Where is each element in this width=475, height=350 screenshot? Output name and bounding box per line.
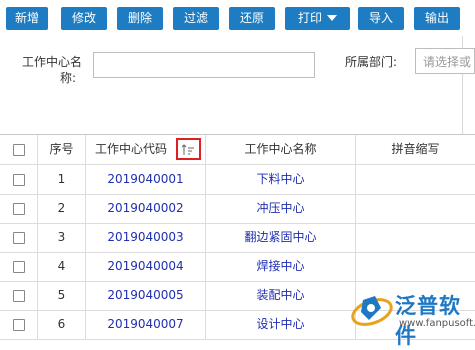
table-row[interactable]: 2 2019040002 冲压中心: [0, 194, 475, 224]
import-button[interactable]: 导入: [358, 7, 404, 30]
row-index: 5: [38, 281, 86, 310]
row-checkbox[interactable]: [12, 260, 25, 273]
restore-button[interactable]: 还原: [229, 7, 275, 30]
row-name: 下料中心: [206, 165, 356, 194]
select-all-checkbox[interactable]: [12, 143, 25, 156]
filter-button[interactable]: 过滤: [173, 7, 219, 30]
brand-url: www.fanpusoft.com: [399, 318, 475, 329]
sort-button[interactable]: [176, 138, 201, 160]
row-index: 3: [38, 223, 86, 252]
row-code: 2019040005: [86, 281, 206, 310]
table-row[interactable]: 1 2019040001 下料中心: [0, 165, 475, 195]
row-name: 翻边紧固中心: [206, 223, 356, 252]
department-placeholder: 请选择或: [423, 55, 472, 69]
row-code: 2019040002: [86, 194, 206, 223]
row-code: 2019040003: [86, 223, 206, 252]
row-name: 设计中心: [206, 310, 356, 339]
row-checkbox[interactable]: [12, 289, 25, 302]
print-label: 打印: [297, 11, 322, 25]
row-checkbox[interactable]: [12, 173, 25, 186]
row-checkbox[interactable]: [12, 231, 25, 244]
work-center-name-label-cont: 称:: [60, 71, 77, 85]
row-select-cell: [0, 165, 38, 194]
header-pinyin: 拼音缩写: [391, 142, 440, 156]
brand-logo-icon: [351, 296, 393, 326]
sort-icon: [182, 144, 194, 155]
table-row[interactable]: 3 2019040003 翻边紧固中心: [0, 223, 475, 253]
row-pinyin: [356, 194, 475, 223]
department-label: 所属部门:: [345, 55, 398, 69]
table-row[interactable]: 4 2019040004 焊接中心: [0, 252, 475, 282]
row-pinyin: [356, 252, 475, 281]
caret-down-icon: [327, 15, 337, 21]
row-name: 冲压中心: [206, 194, 356, 223]
department-select[interactable]: 请选择或: [415, 48, 475, 74]
header-index: 序号: [38, 135, 86, 164]
print-dropdown-button[interactable]: 打印: [285, 7, 350, 30]
row-index: 6: [38, 310, 86, 339]
row-code: 2019040007: [86, 310, 206, 339]
work-center-name-label: 工作中心名: [22, 55, 83, 69]
row-select-cell: [0, 194, 38, 223]
row-code: 2019040001: [86, 165, 206, 194]
row-pinyin: [356, 165, 475, 194]
header-select-all-cell: [0, 135, 38, 164]
header-name: 工作中心名称: [206, 135, 356, 164]
row-select-cell: [0, 281, 38, 310]
work-center-name-input[interactable]: [93, 52, 315, 78]
brand-watermark: 泛普软件 www.fanpusoft.com: [345, 290, 475, 348]
new-button[interactable]: 新增: [6, 7, 48, 30]
row-select-cell: [0, 252, 38, 281]
row-index: 2: [38, 194, 86, 223]
edit-button[interactable]: 修改: [61, 7, 107, 30]
export-button[interactable]: 输出: [414, 7, 460, 30]
row-select-cell: [0, 223, 38, 252]
work-center-table: 序号 工作中心代码 工作中心名称 拼音缩写 1 2019040001 下料中心 …: [0, 134, 475, 340]
row-index: 4: [38, 252, 86, 281]
row-checkbox[interactable]: [12, 202, 25, 215]
row-name: 装配中心: [206, 281, 356, 310]
header-code-label: 工作中心代码: [95, 142, 168, 156]
row-select-cell: [0, 310, 38, 339]
row-name: 焊接中心: [206, 252, 356, 281]
row-index: 1: [38, 165, 86, 194]
row-code: 2019040004: [86, 252, 206, 281]
row-checkbox[interactable]: [12, 318, 25, 331]
table-header-row: 序号 工作中心代码 工作中心名称 拼音缩写: [0, 135, 475, 165]
toolbar: 新增 修改 删除 过滤 还原 打印 导入 输出: [0, 0, 475, 36]
delete-button[interactable]: 删除: [117, 7, 163, 30]
row-pinyin: [356, 223, 475, 252]
